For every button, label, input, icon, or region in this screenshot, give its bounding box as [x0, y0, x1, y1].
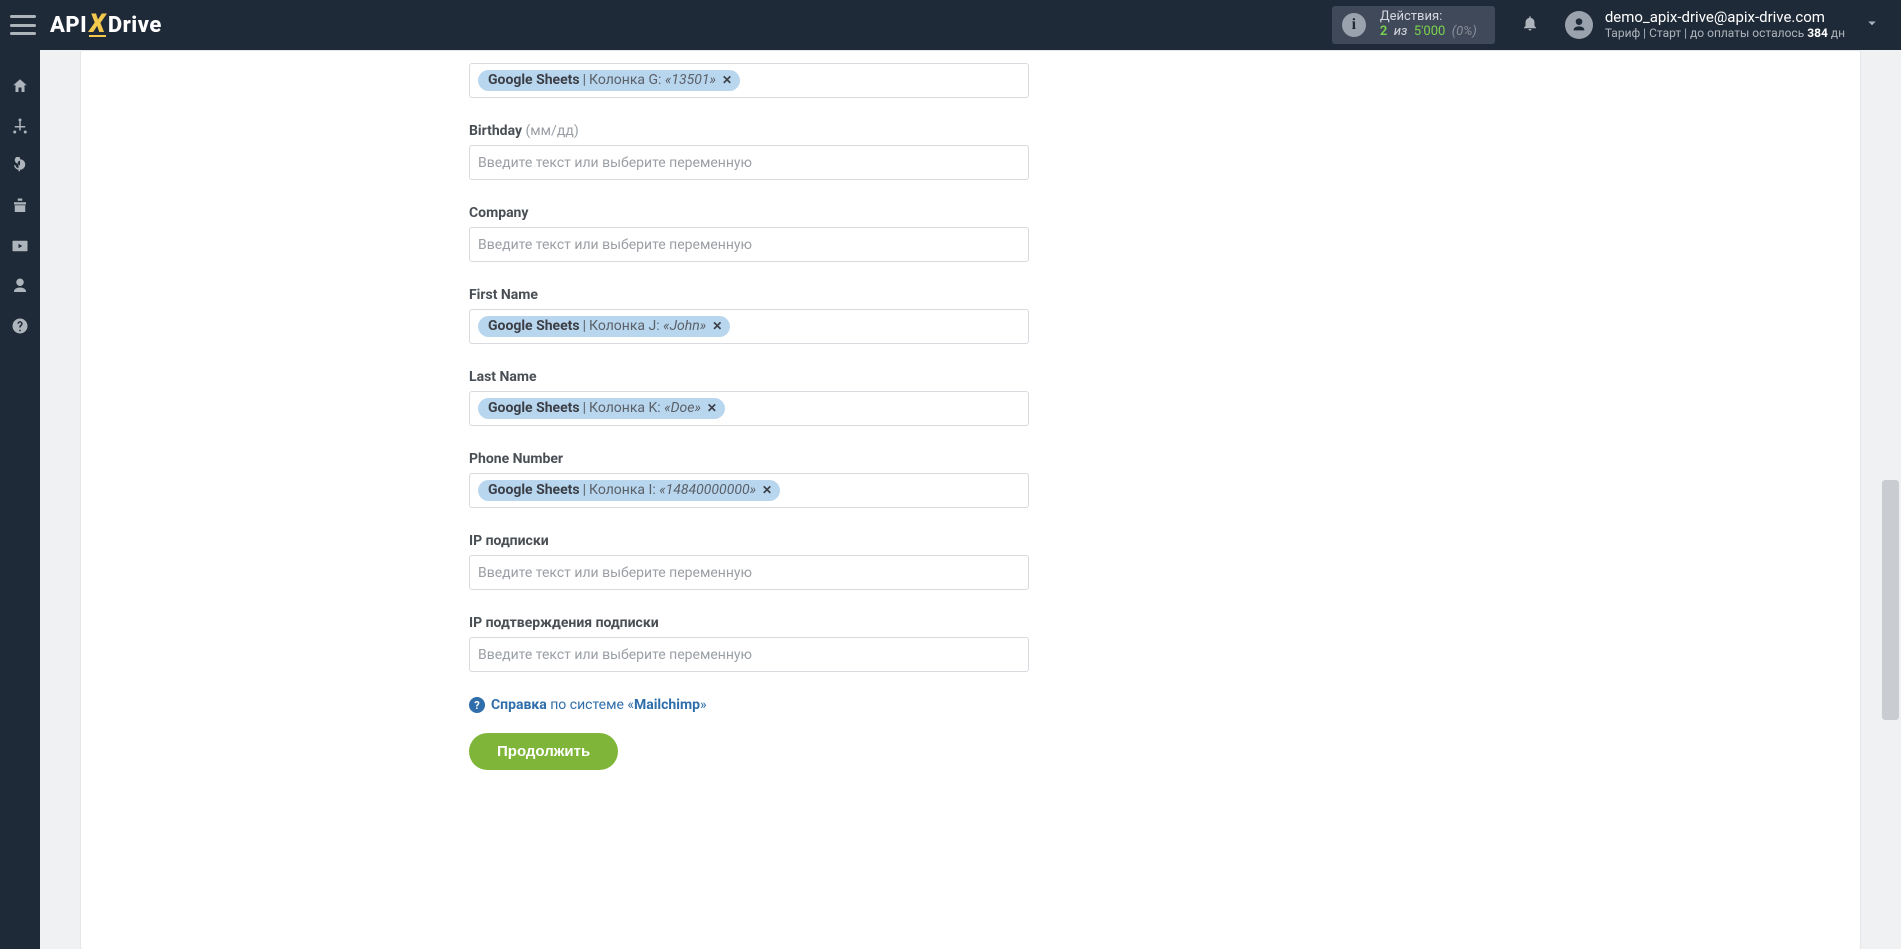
label-last-name: Last Name [469, 369, 537, 385]
sidebar [0, 50, 40, 949]
hint-birthday: (мм/дд) [526, 123, 579, 139]
actions-total: 5'000 [1414, 24, 1446, 39]
info-icon: i [1342, 13, 1366, 37]
placeholder: Введите текст или выберите переменную [478, 565, 752, 581]
chevron-down-icon[interactable] [1863, 14, 1881, 36]
app-header: API X Drive i Действия: 2 из 5'000 (0%) … [0, 0, 1901, 50]
actions-percent: (0%) [1452, 24, 1477, 39]
pill: Google Sheets | Колонка G: «13501» ✕ [478, 70, 740, 91]
input-phone-number[interactable]: Google Sheets | Колонка I: «14840000000»… [469, 473, 1029, 508]
label-ip-confirm: IP подтверждения подписки [469, 615, 659, 631]
input-first-name[interactable]: Google Sheets | Колонка J: «John» ✕ [469, 309, 1029, 344]
remove-pill-icon[interactable]: ✕ [762, 483, 772, 497]
mapping-form: Google Sheets | Колонка G: «13501» ✕ Bir… [469, 59, 1289, 770]
bell-icon[interactable] [1521, 14, 1539, 36]
hamburger-icon[interactable] [10, 15, 36, 35]
input-address[interactable]: Google Sheets | Колонка G: «13501» ✕ [469, 63, 1029, 98]
main-scroll[interactable]: Google Sheets | Колонка G: «13501» ✕ Bir… [40, 50, 1901, 949]
placeholder: Введите текст или выберите переменную [478, 237, 752, 253]
actions-counter[interactable]: i Действия: 2 из 5'000 (0%) [1332, 6, 1495, 44]
input-last-name[interactable]: Google Sheets | Колонка K: «Doe» ✕ [469, 391, 1029, 426]
field-company: Company Введите текст или выберите перем… [469, 205, 1289, 262]
user-menu[interactable]: demo_apix-drive@apix-drive.com Тариф | С… [1565, 9, 1881, 40]
logo-api: API [50, 13, 87, 38]
field-ip-opt: IP подписки Введите текст или выберите п… [469, 533, 1289, 590]
input-birthday[interactable]: Введите текст или выберите переменную [469, 145, 1029, 180]
field-first-name: First Name Google Sheets | Колонка J: «J… [469, 287, 1289, 344]
label-first-name: First Name [469, 287, 538, 303]
mapping-panel: Google Sheets | Колонка G: «13501» ✕ Bir… [80, 50, 1861, 949]
field-phone-number: Phone Number Google Sheets | Колонка I: … [469, 451, 1289, 508]
placeholder: Введите текст или выберите переменную [478, 155, 752, 171]
sidebar-billing[interactable] [0, 146, 40, 186]
sidebar-profile[interactable] [0, 266, 40, 306]
help-icon: ? [469, 697, 485, 713]
input-ip-confirm[interactable]: Введите текст или выберите переменную [469, 637, 1029, 672]
label-company: Company [469, 205, 528, 221]
remove-pill-icon[interactable]: ✕ [712, 319, 722, 333]
input-company[interactable]: Введите текст или выберите переменную [469, 227, 1029, 262]
actions-text: Действия: 2 из 5'000 (0%) [1380, 10, 1477, 40]
avatar-icon [1565, 11, 1593, 39]
continue-button[interactable]: Продолжить [469, 733, 618, 770]
logo[interactable]: API X Drive [50, 13, 162, 38]
user-tariff: Тариф | Старт | до оплаты осталось 384 д… [1605, 27, 1845, 41]
remove-pill-icon[interactable]: ✕ [707, 401, 717, 415]
field-last-name: Last Name Google Sheets | Колонка K: «Do… [469, 369, 1289, 426]
sidebar-home[interactable] [0, 66, 40, 106]
logo-drive: Drive [108, 13, 162, 38]
actions-done: 2 [1380, 24, 1387, 39]
scrollbar[interactable] [1882, 50, 1899, 949]
field-address: Google Sheets | Колонка G: «13501» ✕ [469, 63, 1289, 98]
label-phone-number: Phone Number [469, 451, 563, 467]
logo-x: X [89, 13, 106, 37]
field-ip-confirm: IP подтверждения подписки Введите текст … [469, 615, 1289, 672]
sidebar-marketplace[interactable] [0, 186, 40, 226]
actions-of: из [1394, 24, 1408, 39]
help-link[interactable]: ? Справка по системе «Mailchimp [469, 697, 1289, 713]
placeholder: Введите текст или выберите переменную [478, 647, 752, 663]
pill: Google Sheets | Колонка I: «14840000000»… [478, 480, 780, 501]
label-birthday: Birthday [469, 123, 522, 139]
field-birthday: Birthday (мм/дд) Введите текст или выбер… [469, 123, 1289, 180]
sidebar-video[interactable] [0, 226, 40, 266]
actions-label: Действия: [1380, 10, 1477, 25]
label-ip-opt: IP подписки [469, 533, 549, 549]
input-ip-opt[interactable]: Введите текст или выберите переменную [469, 555, 1029, 590]
pill: Google Sheets | Колонка K: «Doe» ✕ [478, 398, 725, 419]
user-email: demo_apix-drive@apix-drive.com [1605, 9, 1845, 26]
sidebar-help[interactable] [0, 306, 40, 346]
sidebar-connections[interactable] [0, 106, 40, 146]
remove-pill-icon[interactable]: ✕ [722, 73, 732, 87]
pill: Google Sheets | Колонка J: «John» ✕ [478, 316, 730, 337]
